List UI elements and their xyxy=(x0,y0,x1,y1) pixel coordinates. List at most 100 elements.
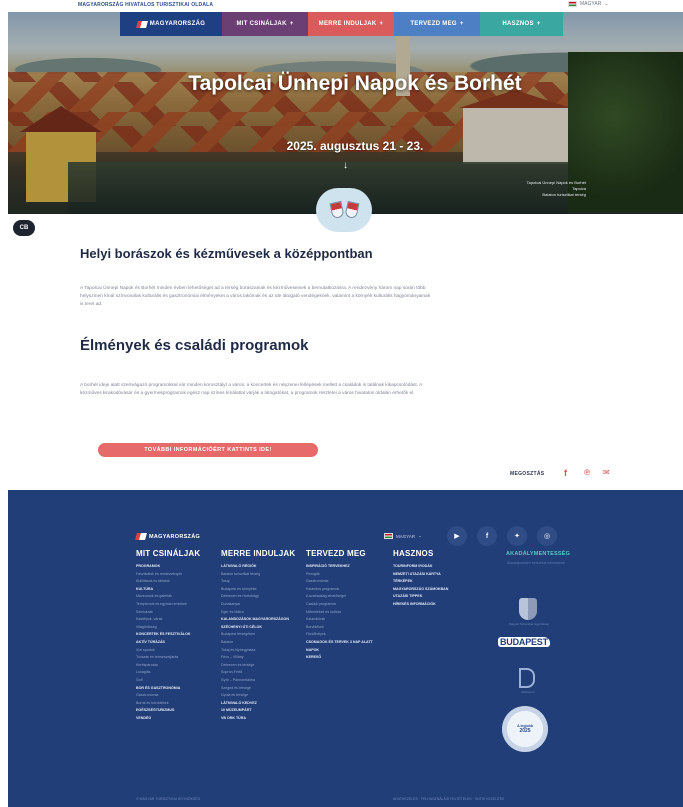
footer-link[interactable]: SZÉCHENYI ÚTI CÉLOK xyxy=(221,624,295,632)
facebook-icon[interactable]: f xyxy=(477,526,497,546)
nav-item-label: MERRE INDULJAK xyxy=(318,21,377,27)
footer-brand-logo[interactable]: MAGYARORSZÁG xyxy=(136,533,200,540)
footer-language-label: MAGYAR xyxy=(396,533,416,539)
footer-language-selector[interactable]: MAGYAR ⌄ xyxy=(384,533,422,539)
footer-link[interactable]: Fürdőhelyek xyxy=(306,631,373,639)
footer-link[interactable]: PROGRAMOK xyxy=(136,563,200,571)
footer-column-title: HASZNOS xyxy=(393,549,434,558)
footer-link[interactable]: Kalandtúrák xyxy=(306,616,373,624)
footer-link[interactable]: Világörökség xyxy=(136,624,200,632)
footer-link[interactable]: Gasztronómia xyxy=(306,578,373,586)
footer-link[interactable]: Vízi sportok xyxy=(136,647,200,655)
footer-legal-links[interactable]: ADATKEZELÉS · FELHASZNÁLÁSI FELTÉTELEK ·… xyxy=(393,797,504,801)
youtube-icon[interactable]: ▶ xyxy=(447,526,467,546)
footer-link[interactable]: AKTÍV TÚRÁZÁS xyxy=(136,639,200,647)
footer-link[interactable]: Színházak xyxy=(136,609,200,617)
footer-link[interactable]: INSPIRÁCIÓ TERVEKHEZ xyxy=(306,563,373,571)
footer-link[interactable]: Sopron-Fertő xyxy=(221,669,295,677)
section-heading-programs: Élmények és családi programok xyxy=(80,337,309,354)
cookie-settings-button[interactable]: CB xyxy=(13,220,35,236)
footer-link[interactable]: CSOMAGOK ÉS TERVEK 3 NAP ALATT xyxy=(306,639,373,647)
footer-link[interactable]: 10 MÚZEUMPÁRT xyxy=(221,707,295,715)
footer-link[interactable]: Dunakanyar xyxy=(221,601,295,609)
footer-link[interactable]: Templomok és egyházi emlékek xyxy=(136,601,200,609)
nav-item-hasznos[interactable]: HASZNOS + xyxy=(480,12,563,36)
footer-link[interactable]: Győr – Pannonhalma xyxy=(221,677,295,685)
budapest-logo[interactable]: BUDAPEST xyxy=(498,637,550,647)
footer-link[interactable]: Gasztronómia xyxy=(136,692,200,700)
top-bar: MAGYARORSZÁG HIVATALOS TURISZTIKAI OLDAL… xyxy=(0,0,683,12)
footer-link[interactable]: Kalandos programok xyxy=(306,586,373,594)
footer-link[interactable]: KONCERTEK ÉS FESZTIVÁLOK xyxy=(136,631,200,639)
footer-link[interactable]: LÁTNIVALÓ KEDVEZ xyxy=(221,700,295,708)
footer-link[interactable]: Családi programok xyxy=(306,601,373,609)
facebook-icon[interactable]: f xyxy=(564,468,567,478)
accessibility-link[interactable]: AKADÁLYMENTESSÉG xyxy=(506,551,570,557)
share-label: MEGOSZTÁS xyxy=(510,471,545,477)
footer-link[interactable]: LÁTNIVALÓ RÉGIÓK xyxy=(221,563,295,571)
footer-link[interactable]: UTAZÁSI TIPPEK xyxy=(393,593,448,601)
footer-link[interactable]: Debrecen és térsége xyxy=(221,662,295,670)
nav-item-label: HASZNOS xyxy=(502,21,534,27)
footer-link[interactable]: A szabadság lehetőségei xyxy=(306,593,373,601)
footer-link[interactable]: MAGYARORSZÁG SZÁMOKBAN xyxy=(393,586,448,594)
footer-link[interactable]: Múzeumok és galériák xyxy=(136,593,200,601)
nav-item-merre-induljak[interactable]: MERRE INDULJAK + xyxy=(308,12,394,36)
footer-link[interactable]: Túrázás és természetjárás xyxy=(136,654,200,662)
footer-link[interactable]: Kastélyok, várak xyxy=(136,616,200,624)
footer-link[interactable]: Budapest és környéke xyxy=(221,586,295,594)
footer-link[interactable]: Lovaglás xyxy=(136,669,200,677)
pinterest-icon[interactable]: ℗ xyxy=(584,468,590,477)
footer-link[interactable]: Pécs – Villány xyxy=(221,654,295,662)
footer-link[interactable]: HÍREKÉS INFORMÁCIÓK xyxy=(393,601,448,609)
footer-link[interactable]: VB ORK TÚRA xyxy=(221,715,295,723)
email-icon[interactable]: ✉ xyxy=(603,468,610,477)
footer-link[interactable]: Kerékpározás xyxy=(136,662,200,670)
official-site-link[interactable]: MAGYARORSZÁG HIVATALOS TURISZTIKAI OLDAL… xyxy=(78,2,213,8)
footer-link[interactable]: NEMZETI UTAZÁSI KÁRTYA xyxy=(393,571,448,579)
nav-brand-logo[interactable]: MAGYARORSZÁG xyxy=(120,12,222,36)
footer-link[interactable]: TOURINFORM IRODÁK xyxy=(393,563,448,571)
footer-link[interactable]: Tokaj és Nyíregyháza xyxy=(221,647,295,655)
footer-link[interactable]: BOR ÉS GASZTRONÓMIA xyxy=(136,685,200,693)
plus-icon: + xyxy=(379,21,384,27)
footer-link[interactable]: KALANDOZÁSOK MAGYARORSZÁGON xyxy=(221,616,295,624)
footer-link[interactable]: Fesztiválok és rendezvények xyxy=(136,571,200,579)
language-selector[interactable]: MAGYAR ⌄ xyxy=(568,1,609,7)
footer-link[interactable]: EGÉSZSÉGTURIZMUS xyxy=(136,707,200,715)
footer-link[interactable]: Tokaj xyxy=(221,578,295,586)
twitter-icon[interactable]: ✦ xyxy=(507,526,527,546)
wine-glass-icon xyxy=(328,200,345,220)
footer-link[interactable]: Pezsgők xyxy=(306,571,373,579)
nav-item-mit-csinaljak[interactable]: MIT CSINÁLJAK + xyxy=(222,12,308,36)
footer-link[interactable]: Debrecen és Hortobágy xyxy=(221,593,295,601)
footer-link[interactable]: Golf xyxy=(136,677,200,685)
event-date: 2025. augusztus 21 - 23. xyxy=(286,139,424,153)
footer-link[interactable]: KERESŐ xyxy=(306,654,373,662)
footer-link[interactable]: Gyula és térsége xyxy=(221,692,295,700)
footer-link[interactable]: Kiállítások és tárlatok xyxy=(136,578,200,586)
magyarorszag-logo-icon xyxy=(137,21,147,28)
nav-item-tervezd-meg[interactable]: TERVEZD MEG + xyxy=(394,12,480,36)
footer-link[interactable]: Budapest térségében xyxy=(221,631,295,639)
footer-link[interactable]: Szeged és térsége xyxy=(221,685,295,693)
arrow-down-icon[interactable]: ↓ xyxy=(343,160,348,171)
section-paragraph-programs: A borhét ideje alatt szerteágazó program… xyxy=(80,383,423,396)
more-info-button[interactable]: TOVÁBBI INFORMÁCIÓÉRT KATTINTS IDE! xyxy=(98,443,318,457)
footer-link[interactable]: NAPOK xyxy=(306,647,373,655)
footer-link[interactable]: Borok és borvidékek xyxy=(136,700,200,708)
footer-link[interactable]: Balaton xyxy=(221,639,295,647)
plus-icon: + xyxy=(459,21,464,27)
instagram-icon[interactable]: ◎ xyxy=(537,526,557,546)
footer-link[interactable]: TÉRKÉPEK xyxy=(393,578,448,586)
footer-link[interactable]: KULTÚRA xyxy=(136,586,200,594)
footer-copyright: © MAGYAR TURISZTIKAI ÜGYNÖKSÉG xyxy=(136,797,201,801)
footer-link[interactable]: Borvidékek xyxy=(306,624,373,632)
footer-link[interactable]: VENDÉG xyxy=(136,715,200,723)
footer-link[interactable]: Balaton turisztikai térség xyxy=(221,571,295,579)
section-paragraph-winemakers: A Tapolcai Ünnepi Napok és Borhét minden… xyxy=(80,286,431,307)
footer-brand-label: MAGYARORSZÁG xyxy=(149,533,201,540)
footer-link[interactable]: Eger és Mátra xyxy=(221,609,295,617)
footer-link[interactable]: Műemlékek és kultúra xyxy=(306,609,373,617)
hungary-flag-icon xyxy=(384,533,393,539)
